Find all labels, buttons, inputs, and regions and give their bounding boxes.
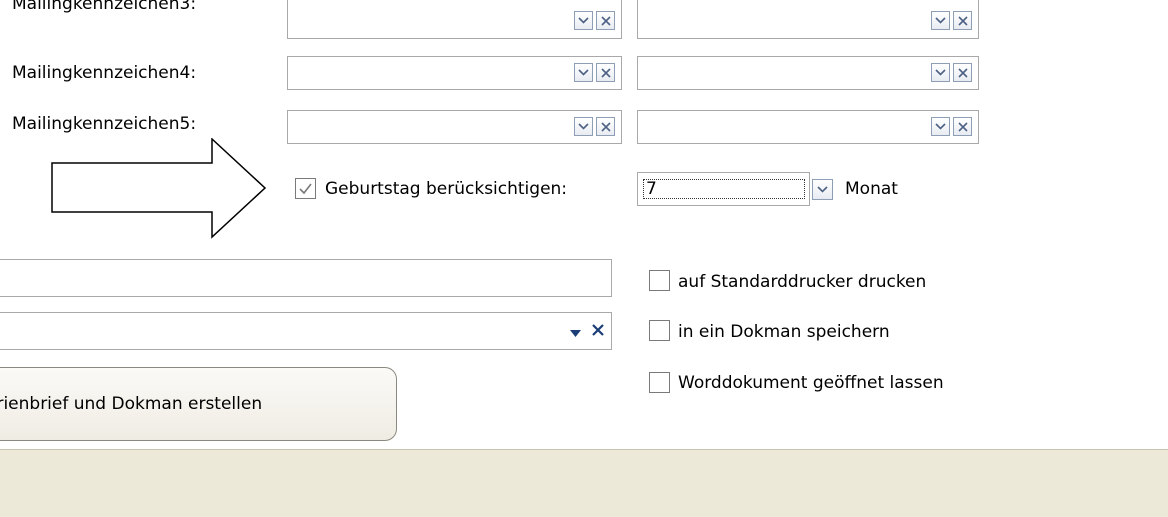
month-focus-rect — [643, 179, 805, 199]
annotation-arrow-icon — [51, 138, 267, 239]
mailing3-combo-left[interactable] — [287, 0, 622, 39]
create-letter-button-label: erienbrief und Dokman erstellen — [0, 394, 263, 414]
close-icon[interactable] — [953, 63, 972, 82]
close-icon[interactable] — [953, 117, 972, 136]
chevron-down-icon[interactable] — [574, 11, 593, 30]
text-input-field[interactable] — [0, 259, 612, 297]
month-dropdown-button[interactable] — [812, 179, 833, 200]
mailing3-combo-right[interactable] — [637, 0, 979, 39]
create-letter-button[interactable]: erienbrief und Dokman erstellen — [0, 367, 397, 441]
clear-icon[interactable] — [591, 322, 605, 342]
chevron-down-icon[interactable] — [931, 117, 950, 136]
dropdown-arrow-icon[interactable] — [569, 324, 582, 344]
close-icon[interactable] — [953, 11, 972, 30]
save-dokman-label: in ein Dokman speichern — [678, 322, 890, 342]
dropdown-field[interactable] — [0, 312, 612, 350]
mailing5-combo-right[interactable] — [637, 110, 979, 144]
birthday-label: Geburtstag berücksichtigen: — [325, 179, 568, 199]
checkmark-icon — [299, 183, 312, 195]
mailing3-label: Mailingkennzeichen3: — [12, 0, 197, 14]
close-icon[interactable] — [596, 117, 615, 136]
mailing4-combo-right[interactable] — [637, 56, 979, 90]
keep-word-open-checkbox[interactable] — [649, 372, 670, 393]
mailing5-combo-left[interactable] — [287, 110, 622, 144]
default-printer-checkbox[interactable] — [649, 270, 670, 291]
chevron-down-icon[interactable] — [574, 117, 593, 136]
chevron-down-icon[interactable] — [574, 63, 593, 82]
chevron-down-icon — [817, 186, 828, 193]
status-bar — [0, 449, 1168, 517]
month-value: 7 — [646, 179, 657, 199]
month-unit-label: Monat — [845, 179, 898, 199]
chevron-down-icon[interactable] — [931, 63, 950, 82]
mailing4-label: Mailingkennzeichen4: — [12, 63, 197, 83]
close-icon[interactable] — [596, 11, 615, 30]
birthday-checkbox[interactable] — [295, 178, 316, 199]
save-dokman-checkbox[interactable] — [649, 320, 670, 341]
chevron-down-icon[interactable] — [931, 11, 950, 30]
mailing5-label: Mailingkennzeichen5: — [12, 114, 197, 134]
mailing4-combo-left[interactable] — [287, 56, 622, 90]
keep-word-open-label: Worddokument geöffnet lassen — [678, 373, 944, 393]
month-select[interactable]: 7 — [637, 172, 810, 206]
close-icon[interactable] — [596, 63, 615, 82]
default-printer-label: auf Standarddrucker drucken — [678, 272, 927, 292]
